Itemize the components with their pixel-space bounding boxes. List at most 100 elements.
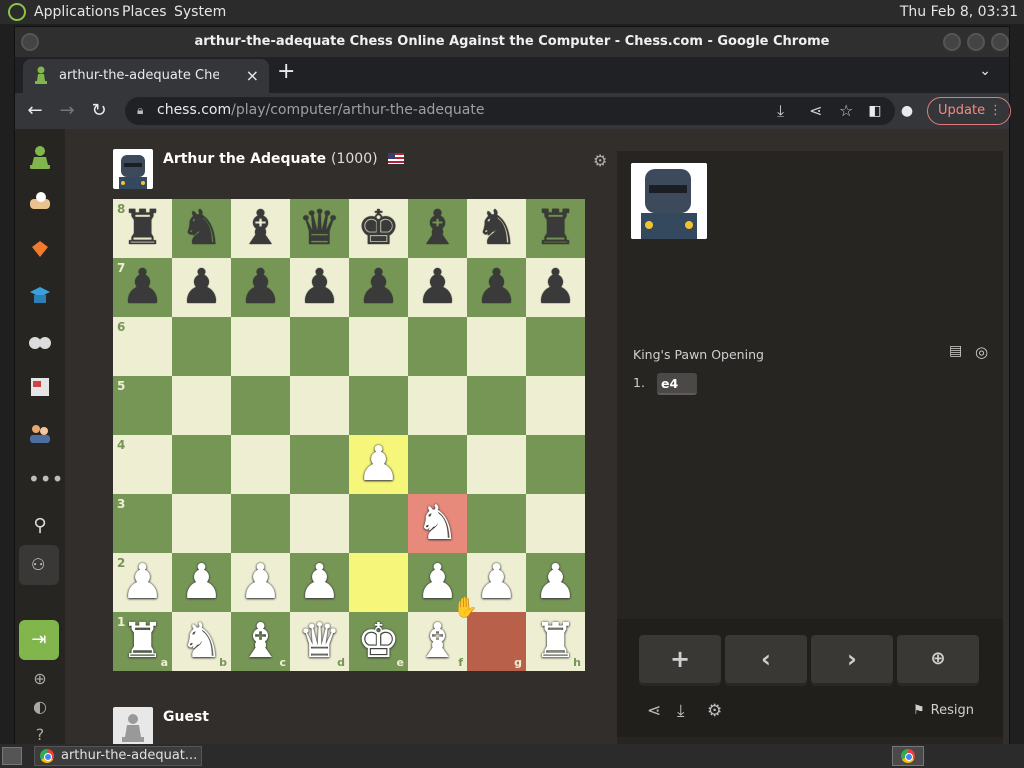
log-in-button[interactable]: ⇥ bbox=[19, 620, 59, 660]
square-a7[interactable]: 7 ♟ bbox=[113, 258, 172, 317]
new-game-plus-button[interactable]: + bbox=[639, 635, 721, 683]
square-f8[interactable]: ♝ bbox=[408, 199, 467, 258]
more-dots-icon[interactable]: ••• bbox=[28, 467, 63, 491]
white-pawn-icon[interactable]: ♟ bbox=[526, 553, 585, 612]
browser-tab[interactable]: arthur-the-adequate Chess Online Against… bbox=[23, 59, 269, 93]
square-f5[interactable] bbox=[408, 376, 467, 435]
black-bishop-icon[interactable]: ♝ bbox=[408, 199, 467, 258]
board-settings-gear-icon[interactable]: ⚙ bbox=[593, 151, 607, 170]
square-h7[interactable]: ♟ bbox=[526, 258, 585, 317]
address-bar[interactable]: 🔒︎ chess.com/play/computer/arthur-the-ad… bbox=[125, 97, 895, 125]
opening-name[interactable]: King's Pawn Opening bbox=[633, 347, 764, 362]
learn-icon[interactable] bbox=[28, 283, 52, 307]
black-rook-icon[interactable]: ♜ bbox=[526, 199, 585, 258]
square-g8[interactable]: ♞ bbox=[467, 199, 526, 258]
square-b5[interactable] bbox=[172, 376, 231, 435]
square-a5[interactable]: 5 bbox=[113, 376, 172, 435]
settings-gear-icon[interactable]: ⚙ bbox=[707, 701, 722, 721]
square-f1[interactable]: f ♝ bbox=[408, 612, 467, 671]
white-pawn-icon[interactable]: ♟ bbox=[290, 553, 349, 612]
square-a3[interactable]: 3 bbox=[113, 494, 172, 553]
places-menu[interactable]: Places bbox=[122, 4, 167, 20]
os-logo-icon[interactable] bbox=[8, 3, 26, 21]
show-desktop-button[interactable] bbox=[2, 747, 22, 765]
black-rook-icon[interactable]: ♜ bbox=[113, 199, 172, 258]
white-pawn-icon[interactable]: ♟ bbox=[349, 435, 408, 494]
square-e6[interactable] bbox=[349, 317, 408, 376]
black-knight-icon[interactable]: ♞ bbox=[172, 199, 231, 258]
social-icon[interactable] bbox=[28, 421, 52, 445]
square-c4[interactable] bbox=[231, 435, 290, 494]
analysis-magnifier-button[interactable]: ⊕ bbox=[897, 635, 979, 683]
install-icon[interactable]: ⤓ bbox=[777, 101, 784, 121]
square-h2[interactable]: ♟ bbox=[526, 553, 585, 612]
taskbar-window-button[interactable]: arthur-the-adequat... bbox=[34, 746, 202, 766]
black-pawn-icon[interactable]: ♟ bbox=[467, 258, 526, 317]
square-h1[interactable]: h ♜ bbox=[526, 612, 585, 671]
square-h8[interactable]: ♜ bbox=[526, 199, 585, 258]
square-a1[interactable]: 1 a ♜ bbox=[113, 612, 172, 671]
square-d8[interactable]: ♛ bbox=[290, 199, 349, 258]
square-g3[interactable] bbox=[467, 494, 526, 553]
square-d1[interactable]: d ♛ bbox=[290, 612, 349, 671]
globe-icon[interactable]: ⊕ bbox=[28, 669, 52, 693]
square-h4[interactable] bbox=[526, 435, 585, 494]
update-button[interactable]: Update ⋮ bbox=[927, 97, 1011, 125]
profile-icon[interactable]: ● bbox=[895, 99, 919, 123]
square-b2[interactable]: ♟ bbox=[172, 553, 231, 612]
new-tab-button[interactable]: + bbox=[277, 59, 295, 84]
black-pawn-icon[interactable]: ♟ bbox=[526, 258, 585, 317]
square-d7[interactable]: ♟ bbox=[290, 258, 349, 317]
square-d3[interactable] bbox=[290, 494, 349, 553]
play-icon[interactable] bbox=[28, 191, 52, 215]
side-panel-icon[interactable]: ◧ bbox=[863, 99, 887, 123]
square-c7[interactable]: ♟ bbox=[231, 258, 290, 317]
applications-menu[interactable]: Applications bbox=[34, 4, 120, 20]
next-move-button[interactable]: › bbox=[811, 635, 893, 683]
white-rook-icon[interactable]: ♜ bbox=[113, 612, 172, 671]
square-e1[interactable]: e ♚ bbox=[349, 612, 408, 671]
square-c5[interactable] bbox=[231, 376, 290, 435]
square-e7[interactable]: ♟ bbox=[349, 258, 408, 317]
square-c2[interactable]: ♟ bbox=[231, 553, 290, 612]
square-c1[interactable]: c ♝ bbox=[231, 612, 290, 671]
square-b7[interactable]: ♟ bbox=[172, 258, 231, 317]
clock[interactable]: Thu Feb 8, 03:31 bbox=[900, 4, 1018, 20]
opponent-name[interactable]: Arthur the Adequate bbox=[163, 151, 326, 167]
black-queen-icon[interactable]: ♛ bbox=[290, 199, 349, 258]
white-pawn-icon[interactable]: ♟ bbox=[231, 553, 290, 612]
square-e5[interactable] bbox=[349, 376, 408, 435]
square-e8[interactable]: ♚ bbox=[349, 199, 408, 258]
square-f6[interactable] bbox=[408, 317, 467, 376]
chesscom-logo-icon[interactable] bbox=[28, 145, 52, 169]
black-pawn-icon[interactable]: ♟ bbox=[172, 258, 231, 317]
black-pawn-icon[interactable]: ♟ bbox=[113, 258, 172, 317]
previous-move-button[interactable]: ‹ bbox=[725, 635, 807, 683]
square-d5[interactable] bbox=[290, 376, 349, 435]
lock-icon[interactable]: 🔒︎ bbox=[137, 103, 143, 118]
opponent-avatar[interactable] bbox=[113, 149, 153, 189]
white-knight-icon[interactable]: ♞ bbox=[408, 494, 467, 553]
square-f4[interactable] bbox=[408, 435, 467, 494]
search-icon[interactable]: ⚲ bbox=[28, 515, 52, 539]
white-king-icon[interactable]: ♚ bbox=[349, 612, 408, 671]
square-b6[interactable] bbox=[172, 317, 231, 376]
tray-chrome-button[interactable] bbox=[892, 746, 924, 766]
square-c6[interactable] bbox=[231, 317, 290, 376]
watch-binoculars-icon[interactable] bbox=[28, 329, 52, 353]
square-e2[interactable] bbox=[349, 553, 408, 612]
share-icon[interactable]: ⋖ bbox=[647, 701, 661, 721]
square-a2[interactable]: 2 ♟ bbox=[113, 553, 172, 612]
black-pawn-icon[interactable]: ♟ bbox=[231, 258, 290, 317]
square-c8[interactable]: ♝ bbox=[231, 199, 290, 258]
square-b3[interactable] bbox=[172, 494, 231, 553]
sign-up-button[interactable]: ⚇ bbox=[19, 545, 59, 585]
window-titlebar[interactable]: arthur-the-adequate Chess Online Against… bbox=[15, 27, 1009, 57]
guest-avatar[interactable] bbox=[113, 707, 153, 747]
square-a6[interactable]: 6 bbox=[113, 317, 172, 376]
square-d6[interactable] bbox=[290, 317, 349, 376]
minimize-button[interactable] bbox=[943, 33, 961, 51]
square-a4[interactable]: 4 bbox=[113, 435, 172, 494]
square-d4[interactable] bbox=[290, 435, 349, 494]
opening-book-icon[interactable]: ▤ bbox=[949, 343, 962, 359]
